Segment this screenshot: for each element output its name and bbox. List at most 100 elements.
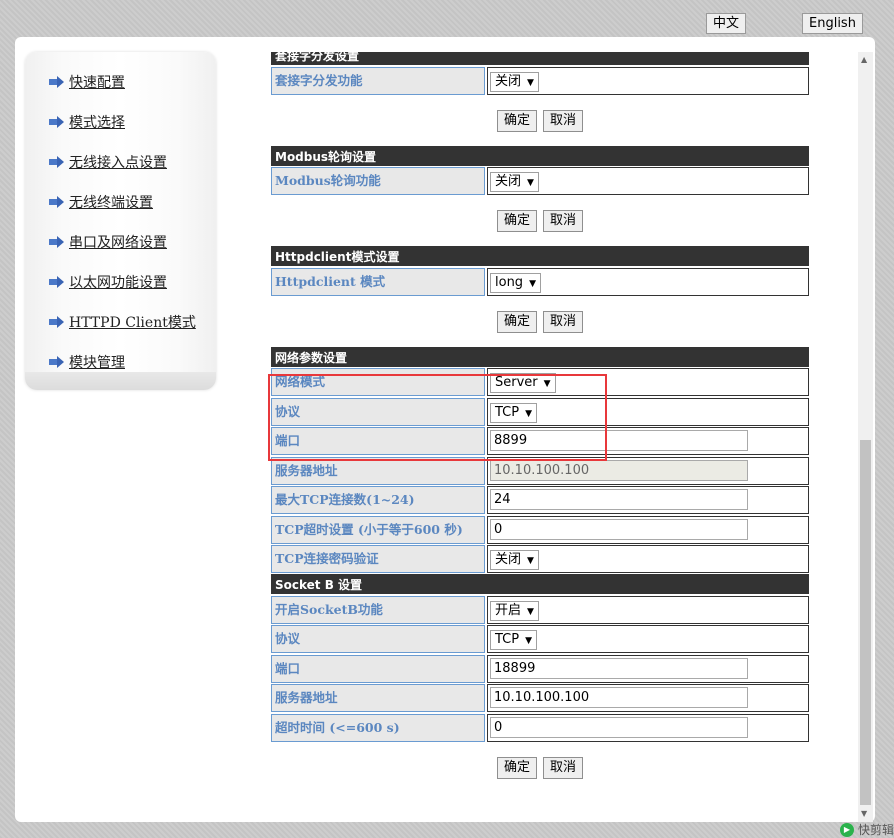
- settings-row: Httpdclient 模式 long ▼: [271, 267, 809, 296]
- sidebar-item[interactable]: HTTPD Client模式: [49, 312, 196, 332]
- settings-row: Modbus轮询功能 关闭 ▼: [271, 167, 809, 195]
- dropdown-value: TCP: [495, 632, 520, 647]
- field-value: TCP ▼: [487, 625, 809, 653]
- text-input[interactable]: 10.10.100.100: [490, 687, 748, 708]
- field-label: TCP超时设置 (小于等于600 秒): [271, 515, 485, 544]
- confirm-button[interactable]: 确定: [496, 210, 537, 232]
- settings-row: 开启SocketB功能 开启 ▼: [271, 595, 809, 624]
- settings-row: TCP连接密码验证 关闭 ▼: [271, 545, 809, 573]
- sidebar-item[interactable]: 快速配置: [49, 72, 125, 92]
- dropdown-select[interactable]: TCP ▼: [490, 630, 538, 650]
- readonly-field: 10.10.100.100: [490, 459, 748, 481]
- field-label: Httpdclient 模式: [271, 267, 485, 296]
- highlight-box: [268, 374, 607, 461]
- sidebar-item-label: 快速配置: [69, 75, 125, 91]
- button-group: 确定 取消: [271, 109, 809, 132]
- scroll-down-icon[interactable]: ▼: [861, 809, 867, 818]
- field-value: 关闭 ▼: [487, 167, 809, 195]
- dropdown-value: 关闭: [495, 552, 522, 567]
- cancel-button[interactable]: 取消: [543, 109, 584, 132]
- settings-row: 协议 TCP ▼: [271, 625, 809, 653]
- arrow-right-icon: [49, 236, 65, 248]
- sidebar: 快速配置模式选择无线接入点设置无线终端设置串口及网络设置 以太网功能设置 HTTPD…: [25, 52, 216, 390]
- settings-row: 超时时间 (<=600 s) 0: [271, 713, 809, 742]
- button-group: 确定 取消: [271, 756, 809, 779]
- arrow-right-icon: [49, 356, 65, 368]
- cancel-button[interactable]: 取消: [543, 310, 584, 333]
- sidebar-item-label: HTTPD Client模式: [69, 315, 196, 331]
- text-input[interactable]: 0: [490, 518, 748, 540]
- sidebar-item[interactable]: 无线接入点设置: [49, 152, 167, 172]
- watermark-text: 快剪辑: [857, 823, 894, 837]
- dropdown-value: 开启: [495, 602, 522, 618]
- sidebar-item-label: 模块管理: [69, 355, 125, 371]
- field-value: 10.10.100.100: [487, 684, 809, 712]
- field-value: 18899: [487, 654, 809, 683]
- lang-english-button[interactable]: English: [802, 13, 863, 34]
- sidebar-item[interactable]: 模块管理: [49, 352, 125, 372]
- field-label: 开启SocketB功能: [271, 595, 485, 624]
- dropdown-value: 关闭: [495, 174, 522, 189]
- confirm-button[interactable]: 确定: [496, 109, 537, 132]
- field-value: 关闭 ▼: [487, 66, 809, 95]
- dropdown-caret-icon: ▼: [529, 278, 536, 289]
- cancel-button[interactable]: 取消: [543, 210, 584, 232]
- field-label: Modbus轮询功能: [271, 167, 485, 195]
- button-group: 确定 取消: [271, 209, 809, 232]
- settings-row: 服务器地址 10.10.100.100: [271, 684, 809, 712]
- confirm-button[interactable]: 确定: [496, 310, 537, 333]
- play-icon: ▶: [839, 822, 854, 837]
- sidebar-item-label: 以太网功能设置: [69, 275, 167, 291]
- dropdown-value: long: [495, 274, 524, 290]
- cancel-button[interactable]: 取消: [543, 756, 584, 779]
- scroll-up-icon[interactable]: ▲: [861, 55, 867, 64]
- dropdown-caret-icon: ▼: [525, 636, 533, 646]
- field-value: 关闭 ▼: [487, 545, 809, 573]
- lang-chinese-button[interactable]: 中文: [706, 13, 747, 34]
- dropdown-select[interactable]: 关闭 ▼: [490, 550, 539, 570]
- sidebar-item[interactable]: 模式选择: [49, 112, 125, 132]
- section-header: 网络参数设置: [271, 346, 809, 367]
- sidebar-item[interactable]: 以太网功能设置: [49, 272, 167, 292]
- sidebar-item[interactable]: 串口及网络设置: [49, 232, 167, 252]
- settings-row: 最大TCP连接数(1~24) 24: [271, 486, 809, 514]
- field-label: 最大TCP连接数(1~24): [271, 486, 485, 514]
- arrow-right-icon: [49, 276, 65, 288]
- field-label: 协议: [271, 625, 485, 653]
- field-value: 0: [487, 713, 809, 742]
- arrow-right-icon: [49, 116, 65, 128]
- dropdown-select[interactable]: long ▼: [490, 272, 541, 293]
- dropdown-select[interactable]: 关闭 ▼: [490, 172, 539, 192]
- section-header: 套接字分发设置: [271, 52, 809, 65]
- field-label: 服务器地址: [271, 684, 485, 712]
- arrow-right-icon: [49, 76, 65, 88]
- settings-section: 套接字分发设置 套接字分发功能 关闭 ▼ 确定 取消: [271, 52, 809, 132]
- sidebar-footer: [25, 372, 216, 390]
- sidebar-item-label: 串口及网络设置: [69, 235, 167, 251]
- section-header: Socket B 设置: [271, 574, 809, 594]
- text-input[interactable]: 0: [490, 716, 748, 738]
- sidebar-item[interactable]: 无线终端设置: [49, 192, 153, 212]
- scrollbar-thumb[interactable]: [860, 440, 871, 805]
- button-group: 确定 取消: [271, 310, 809, 333]
- field-label: 套接字分发功能: [271, 66, 485, 95]
- field-value: 开启 ▼: [487, 595, 809, 624]
- field-label: TCP连接密码验证: [271, 545, 485, 573]
- dropdown-select[interactable]: 关闭 ▼: [490, 71, 539, 92]
- field-value: 24: [487, 486, 809, 514]
- settings-row: TCP超时设置 (小于等于600 秒) 0: [271, 515, 809, 544]
- text-input[interactable]: 18899: [490, 657, 748, 679]
- dropdown-caret-icon: ▼: [527, 178, 534, 188]
- field-label: 端口: [271, 654, 485, 683]
- scrollbar[interactable]: ▲ ▼: [858, 52, 873, 822]
- dropdown-caret-icon: ▼: [527, 606, 534, 617]
- confirm-button[interactable]: 确定: [496, 756, 537, 779]
- dropdown-select[interactable]: 开启 ▼: [490, 600, 539, 621]
- field-label: 超时时间 (<=600 s): [271, 713, 485, 742]
- dropdown-caret-icon: ▼: [527, 77, 534, 88]
- sidebar-item-label: 无线接入点设置: [69, 155, 167, 171]
- arrow-right-icon: [49, 316, 65, 328]
- settings-section: Socket B 设置 开启SocketB功能 开启 ▼ 协议 TCP ▼ 端口 18899 服务…: [271, 574, 809, 779]
- arrow-right-icon: [49, 196, 65, 208]
- text-input[interactable]: 24: [490, 489, 748, 510]
